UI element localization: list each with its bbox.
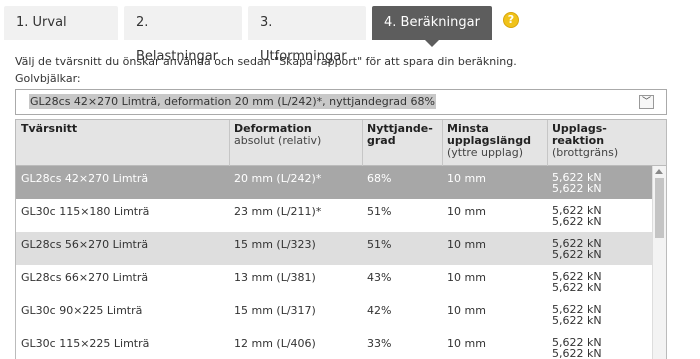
- cell-utilization: 68%: [367, 172, 392, 185]
- cell-section: GL30c 90×225 Limträ: [21, 304, 143, 317]
- column-divider: [547, 120, 548, 166]
- cell-deformation: 20 mm (L/242)*: [234, 172, 322, 185]
- column-divider: [442, 120, 443, 166]
- question-icon[interactable]: ?: [503, 12, 519, 28]
- cell-support-length: 10 mm: [447, 238, 486, 251]
- column-divider: [229, 120, 230, 166]
- cell-reaction: 5,622 kN 5,622 kN: [552, 303, 602, 327]
- cell-utilization: 42%: [367, 304, 392, 317]
- intro-text: Välj de tvärsnitt du önskar använda och …: [15, 55, 517, 68]
- cell-deformation: 23 mm (L/211)*: [234, 205, 322, 218]
- cell-reaction: 5,622 kN 5,622 kN: [552, 237, 602, 261]
- scroll-up-arrow-icon[interactable]: [655, 169, 663, 174]
- cell-utilization: 33%: [367, 337, 392, 350]
- cell-support-length: 10 mm: [447, 205, 486, 218]
- column-divider: [362, 120, 363, 166]
- header-utilization[interactable]: Nyttjande-grad: [367, 123, 433, 147]
- beam-select[interactable]: GL28cs 42×270 Limträ, deformation 20 mm …: [15, 89, 667, 115]
- cell-section: GL30c 115×180 Limträ: [21, 205, 150, 218]
- header-support-length[interactable]: Minsta upplagslängd (yttre upplag): [447, 123, 531, 159]
- subject-label: Golvbjälkar:: [15, 72, 81, 85]
- cell-reaction: 5,622 kN 5,622 kN: [552, 171, 602, 195]
- cell-utilization: 51%: [367, 205, 392, 218]
- cell-section: GL28cs 56×270 Limträ: [21, 238, 149, 251]
- cell-deformation: 15 mm (L/317): [234, 304, 316, 317]
- cell-utilization: 43%: [367, 271, 392, 284]
- table-body: GL28cs 42×270 Limträ 20 mm (L/242)* 68% …: [16, 166, 652, 359]
- table-scrollbar[interactable]: [652, 166, 666, 359]
- tab-urval[interactable]: 1. Urval: [4, 6, 118, 40]
- tab-utformningar[interactable]: 3. Utformningar: [248, 6, 366, 64]
- cell-support-length: 10 mm: [447, 271, 486, 284]
- table-row[interactable]: GL30c 115×180 Limträ 23 mm (L/211)* 51% …: [16, 199, 652, 232]
- cell-support-length: 10 mm: [447, 172, 486, 185]
- beam-select-value: GL28cs 42×270 Limträ, deformation 20 mm …: [29, 94, 436, 109]
- tab-bar: 1. Urval 2. Belastningar 3. Utformningar…: [4, 6, 498, 64]
- header-section[interactable]: Tvärsnitt: [21, 123, 77, 135]
- table-row[interactable]: GL28cs 56×270 Limträ 15 mm (L/323) 51% 1…: [16, 232, 652, 265]
- cell-reaction: 5,622 kN 5,622 kN: [552, 270, 602, 294]
- cell-utilization: 51%: [367, 238, 392, 251]
- scrollbar-thumb[interactable]: [655, 178, 664, 238]
- cell-deformation: 15 mm (L/323): [234, 238, 316, 251]
- chevron-down-icon[interactable]: ﹀: [639, 95, 654, 109]
- cell-deformation: 12 mm (L/406): [234, 337, 316, 350]
- cell-deformation: 13 mm (L/381): [234, 271, 316, 284]
- table-header: Tvärsnitt Deformation absolut (relativ) N…: [16, 120, 666, 166]
- table-row[interactable]: GL28cs 66×270 Limträ 13 mm (L/381) 43% 1…: [16, 265, 652, 298]
- cell-support-length: 10 mm: [447, 337, 486, 350]
- cell-section: GL30c 115×225 Limträ: [21, 337, 150, 350]
- tab-belastningar[interactable]: 2. Belastningar: [124, 6, 242, 64]
- table-row[interactable]: GL30c 90×225 Limträ 15 mm (L/317) 42% 10…: [16, 298, 652, 331]
- tab-berakningar[interactable]: 4. Beräkningar: [372, 6, 492, 47]
- cell-support-length: 10 mm: [447, 304, 486, 317]
- table-row[interactable]: GL30c 115×225 Limträ 12 mm (L/406) 33% 1…: [16, 331, 652, 359]
- cell-section: GL28cs 42×270 Limträ: [21, 172, 149, 185]
- header-deformation[interactable]: Deformation absolut (relativ): [234, 123, 321, 147]
- cell-reaction: 5,622 kN 5,622 kN: [552, 204, 602, 228]
- table-row[interactable]: GL28cs 42×270 Limträ 20 mm (L/242)* 68% …: [16, 166, 652, 199]
- cell-section: GL28cs 66×270 Limträ: [21, 271, 149, 284]
- header-reaction[interactable]: Upplags-reaktion (brottgräns): [552, 123, 618, 159]
- cell-reaction: 5,622 kN 5,622 kN: [552, 336, 602, 359]
- results-table: Tvärsnitt Deformation absolut (relativ) N…: [15, 119, 667, 359]
